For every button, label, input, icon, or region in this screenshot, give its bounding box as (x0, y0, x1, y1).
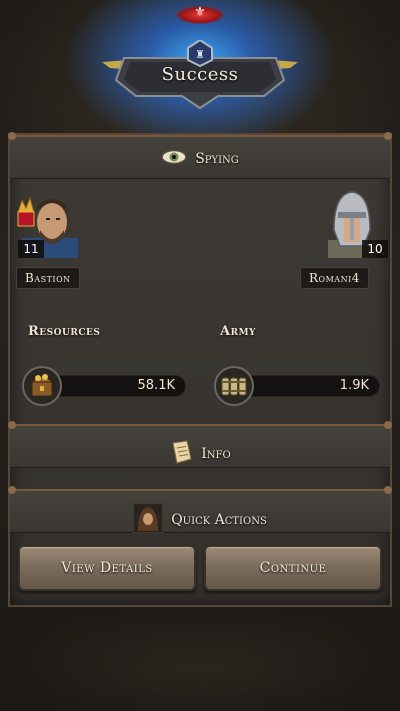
attacker-name: Bastion (16, 267, 80, 289)
hooded-figure-icon (132, 502, 164, 537)
avatar: 10 (324, 190, 388, 258)
treasure-chest-icon (22, 366, 62, 406)
scroll-icon (169, 439, 193, 469)
quick-actions-title: Quick Actions (171, 512, 267, 528)
continue-button[interactable]: Continue (204, 545, 382, 591)
top-emblem: ⚜ (176, 5, 224, 24)
view-details-button[interactable]: View Details (18, 545, 196, 591)
info-title-wrap: Info (10, 439, 390, 469)
target-name: Romani4 (300, 267, 369, 289)
spying-header: Spying (8, 132, 392, 179)
barrels-icon (214, 366, 254, 406)
fleur-de-lis-icon: ⚜ (194, 5, 206, 20)
army-label: Army (220, 324, 256, 339)
attacker-level: 11 (18, 240, 44, 258)
quick-actions-section[interactable]: Quick Actions (8, 486, 392, 534)
svg-text:♜: ♜ (195, 48, 205, 61)
info-section[interactable]: Info (8, 421, 392, 469)
result-title: Success (161, 64, 239, 85)
spying-title: Spying (195, 151, 239, 167)
bottom-background (0, 607, 400, 711)
spying-title-wrap: Spying (10, 149, 390, 169)
success-banner: ♜ Success (100, 40, 300, 110)
resources-label: Resources (28, 324, 101, 339)
quick-actions-title-wrap: Quick Actions (10, 502, 390, 537)
resources-value: 58.1K (137, 378, 175, 393)
target-level: 10 (362, 240, 388, 258)
avatar: 11 (16, 190, 78, 258)
army-value: 1.9K (339, 378, 369, 393)
info-title: Info (201, 446, 231, 462)
eye-icon (161, 149, 187, 169)
